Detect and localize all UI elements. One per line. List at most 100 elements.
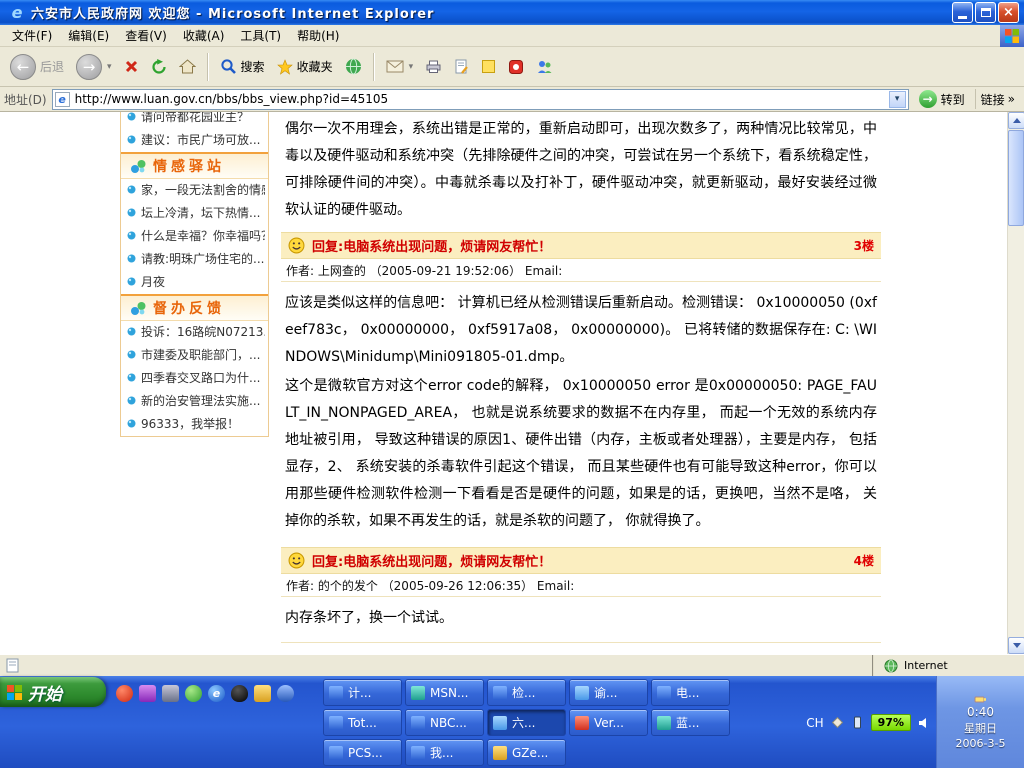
windows-flag-icon — [7, 685, 22, 700]
battery-level-badge[interactable]: 97% — [871, 714, 911, 731]
reply-title: 回复:电脑系统出现问题，烦请网友帮忙！ — [312, 236, 551, 255]
scroll-up-button[interactable] — [1008, 112, 1024, 129]
task-button[interactable]: 谕... — [569, 679, 648, 706]
address-input[interactable]: e http://www.luan.gov.cn/bbs/bbs_view.ph… — [52, 89, 909, 110]
home-icon — [179, 59, 196, 74]
vertical-scrollbar[interactable] — [1007, 112, 1024, 654]
internet-globe-icon — [884, 659, 898, 673]
task-app-icon — [657, 716, 671, 730]
clock-time: 0:40 — [967, 705, 994, 719]
mail-button[interactable]: ▾ — [381, 58, 419, 75]
green-app-icon[interactable] — [185, 685, 202, 702]
scroll-down-button[interactable] — [1008, 637, 1024, 654]
sidebar-topic-link[interactable]: 坛上冷清，坛下热情... — [121, 202, 268, 225]
sidebar-topic-link[interactable]: 四季春交叉路口为什... — [121, 367, 268, 390]
sidebar-topic-link[interactable]: 市建委及职能部门，... — [121, 344, 268, 367]
browser-toolbar: ← 后退 → ▾ 搜索 收藏夹 ▾ — [0, 47, 1024, 87]
favorites-star-icon — [277, 59, 293, 75]
tray-device-icon[interactable] — [851, 716, 864, 729]
media-button[interactable] — [340, 56, 367, 77]
address-dropdown-icon[interactable]: ▾ — [889, 91, 906, 108]
task-button[interactable]: 计... — [323, 679, 402, 706]
task-button[interactable]: Ver... — [569, 709, 648, 736]
edit-button[interactable] — [449, 57, 474, 76]
page-ie-icon: e — [55, 92, 70, 107]
title-bar: e 六安市人民政府网 欢迎您 - Microsoft Internet Expl… — [0, 0, 1024, 25]
task-button[interactable]: 电... — [651, 679, 730, 706]
edit-page-icon — [454, 59, 469, 74]
folder-app-icon[interactable] — [254, 685, 271, 702]
menu-tools[interactable]: 工具(T) — [232, 24, 289, 47]
home-button[interactable] — [174, 57, 201, 76]
address-url[interactable]: http://www.luan.gov.cn/bbs/bbs_view.php?… — [75, 92, 884, 106]
language-indicator[interactable]: CH — [806, 716, 823, 730]
menu-bar: 文件(F) 编辑(E) 查看(V) 收藏(A) 工具(T) 帮助(H) — [0, 25, 1024, 47]
sidebar-topic-link[interactable]: 投诉：16路皖N07213... — [121, 321, 268, 344]
tray-shield-icon[interactable] — [831, 716, 844, 729]
messenger-button[interactable] — [531, 57, 558, 76]
power-plug-icon — [974, 695, 987, 704]
print-button[interactable] — [420, 57, 447, 76]
back-button[interactable]: ← 后退 — [5, 52, 69, 82]
sidebar-section-emotion: 情感驿站 — [121, 152, 268, 179]
task-button-active[interactable]: 六... — [487, 709, 566, 736]
sidebar-topic-link[interactable]: 新的治安管理法实施... — [121, 390, 268, 413]
go-button[interactable]: → 转到 — [914, 89, 970, 109]
close-button[interactable]: × — [998, 2, 1019, 23]
task-app-icon — [411, 716, 425, 730]
antivirus-button[interactable] — [503, 57, 529, 77]
search-label: 搜索 — [241, 58, 265, 75]
minimize-button[interactable] — [952, 2, 973, 23]
sidebar-topic-link[interactable]: 什么是幸福？你幸福吗？ — [121, 225, 268, 248]
internet-explorer-icon[interactable]: e — [208, 685, 225, 702]
task-button[interactable]: 蓝... — [651, 709, 730, 736]
media-player-icon[interactable] — [116, 685, 133, 702]
qq-penguin-icon[interactable] — [231, 685, 248, 702]
go-arrow-icon: → — [919, 90, 937, 108]
stop-icon — [124, 59, 139, 74]
notepad-button[interactable] — [476, 57, 501, 76]
task-button[interactable]: 我... — [405, 739, 484, 766]
forum-main-column: 偶尔一次不用理会，系统出错是正常的，重新启动即可，出现次数多了，两种情况比较常见… — [281, 112, 881, 643]
purple-app-icon[interactable] — [139, 685, 156, 702]
task-button[interactable]: PCS... — [323, 739, 402, 766]
section-balls-icon — [130, 301, 147, 316]
scroll-up-icon — [1013, 118, 1021, 123]
search-icon — [220, 58, 237, 75]
menu-favorites[interactable]: 收藏(A) — [175, 24, 233, 47]
bullet-icon — [127, 327, 136, 336]
red-shield-icon — [508, 59, 524, 75]
links-button[interactable]: 链接 » — [975, 89, 1020, 109]
menu-edit[interactable]: 编辑(E) — [60, 24, 117, 47]
save-disk-icon[interactable] — [162, 685, 179, 702]
volume-icon[interactable] — [918, 717, 932, 729]
system-tray: CH 97% — [806, 710, 932, 735]
refresh-icon — [151, 59, 167, 75]
scrollbar-thumb[interactable] — [1008, 130, 1024, 226]
task-app-icon — [575, 686, 589, 700]
task-button[interactable]: GZe... — [487, 739, 566, 766]
sidebar-topic-link[interactable]: 96333，我举报！ — [121, 413, 268, 436]
forward-button[interactable]: → ▾ — [71, 52, 117, 82]
task-button[interactable]: 检... — [487, 679, 566, 706]
sidebar-topic-link[interactable]: 建议：市民广场可放... — [121, 129, 268, 152]
sidebar-topic-link[interactable]: 月夜 — [121, 271, 268, 294]
start-button[interactable]: 开始 — [0, 677, 106, 707]
menu-file[interactable]: 文件(F) — [4, 24, 60, 47]
task-button[interactable]: Tot... — [323, 709, 402, 736]
sidebar-topic-link[interactable]: 家，一段无法割舍的情感 — [121, 179, 268, 202]
search-button[interactable]: 搜索 — [215, 56, 270, 77]
maximize-button[interactable] — [975, 2, 996, 23]
menu-help[interactable]: 帮助(H) — [289, 24, 347, 47]
scroll-down-icon — [1013, 643, 1021, 648]
stop-button[interactable] — [119, 57, 144, 76]
sidebar-topic-link[interactable]: 请教:明珠广场住宅的... — [121, 248, 268, 271]
task-button[interactable]: MSN... — [405, 679, 484, 706]
refresh-button[interactable] — [146, 57, 172, 77]
menu-view[interactable]: 查看(V) — [117, 24, 175, 47]
sidebar-topic-link[interactable]: 请问帝都花园业主？ — [121, 112, 268, 129]
clock-weekday: 星期日 — [964, 720, 997, 736]
favorites-button[interactable]: 收藏夹 — [272, 56, 338, 77]
task-button[interactable]: NBC... — [405, 709, 484, 736]
messenger-app-icon[interactable] — [277, 685, 294, 702]
